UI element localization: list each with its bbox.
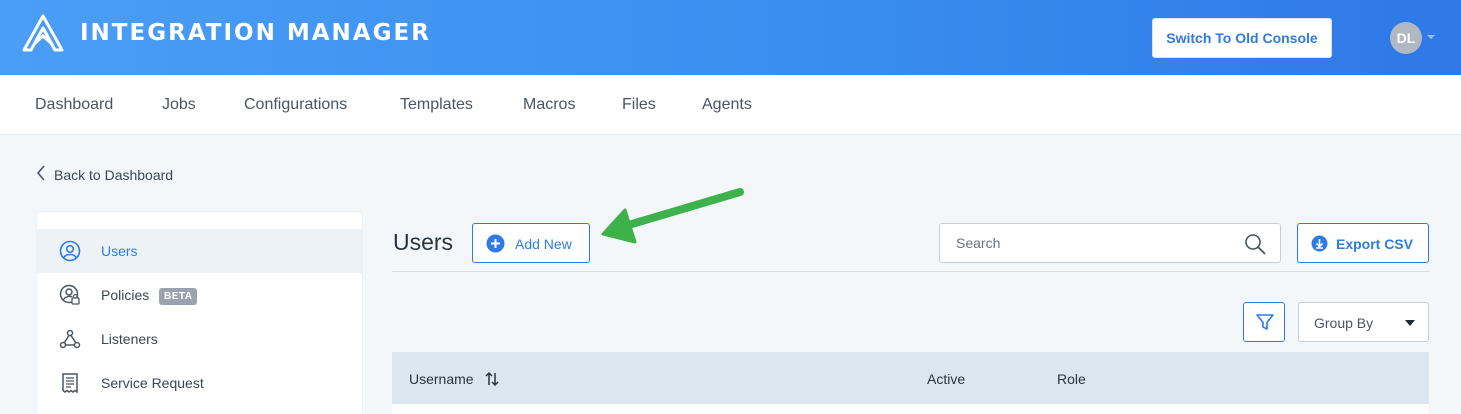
beta-badge: BETA [159, 288, 198, 305]
nav-dashboard[interactable]: Dashboard [35, 96, 113, 114]
user-lock-icon [59, 284, 81, 306]
main-nav: Dashboard Jobs Configurations Templates … [0, 75, 1461, 135]
sidebar-item-service-request[interactable]: Service Request [37, 361, 362, 405]
back-to-dashboard-link[interactable]: Back to Dashboard [36, 165, 173, 184]
app-title: INTEGRATION MANAGER [80, 20, 431, 46]
export-csv-label: Export CSV [1336, 236, 1414, 252]
sidebar-item-label: Users [101, 243, 138, 259]
filter-button[interactable] [1243, 302, 1285, 342]
page-title: Users [393, 229, 454, 255]
add-new-label: Add New [515, 236, 572, 252]
sidebar-item-label: Policies [101, 287, 150, 303]
nav-configurations[interactable]: Configurations [244, 96, 347, 114]
column-header-username[interactable]: Username [409, 371, 474, 387]
nav-macros[interactable]: Macros [523, 96, 575, 114]
search-box [939, 223, 1281, 263]
webhook-icon [59, 328, 81, 350]
sidebar-item-listeners[interactable]: Listeners [37, 317, 362, 361]
integration-manager-logo-icon [22, 14, 64, 52]
table-header: Username Active Role [392, 352, 1429, 404]
nav-templates[interactable]: Templates [400, 96, 473, 114]
nav-agents[interactable]: Agents [702, 96, 752, 114]
add-new-button[interactable]: Add New [472, 223, 590, 263]
sidebar-item-label: Listeners [101, 331, 158, 347]
brand[interactable]: INTEGRATION MANAGER [22, 14, 431, 52]
avatar[interactable]: DL [1390, 22, 1422, 54]
column-header-active[interactable]: Active [927, 371, 965, 387]
group-by-select[interactable]: Group By [1298, 302, 1429, 342]
sidebar-item-label: Service Request [101, 375, 204, 391]
sidebar-item-policies[interactable]: Policies BETA [37, 273, 362, 317]
caret-down-icon [1405, 320, 1415, 326]
annotation-arrow-icon [595, 182, 750, 252]
sidebar-item-users[interactable]: Users [37, 229, 362, 273]
receipt-icon [59, 372, 81, 394]
group-by-label: Group By [1314, 315, 1374, 331]
column-header-role[interactable]: Role [1057, 371, 1086, 387]
nav-jobs[interactable]: Jobs [162, 96, 196, 114]
user-circle-icon [59, 240, 81, 262]
chevron-left-icon [36, 165, 54, 184]
nav-files[interactable]: Files [622, 96, 656, 114]
sort-icon[interactable] [484, 371, 500, 392]
chevron-down-icon[interactable] [1427, 35, 1435, 39]
switch-to-old-console-button[interactable]: Switch To Old Console [1152, 18, 1332, 58]
back-link-label: Back to Dashboard [54, 166, 174, 183]
sidebar: Users Policies BETA Listeners Service Re… [37, 212, 362, 414]
top-bar: INTEGRATION MANAGER Switch To Old Consol… [0, 0, 1461, 75]
search-input[interactable] [941, 225, 1231, 261]
export-csv-button[interactable]: Export CSV [1297, 223, 1429, 263]
table-row [392, 404, 1429, 414]
divider [392, 271, 1429, 272]
